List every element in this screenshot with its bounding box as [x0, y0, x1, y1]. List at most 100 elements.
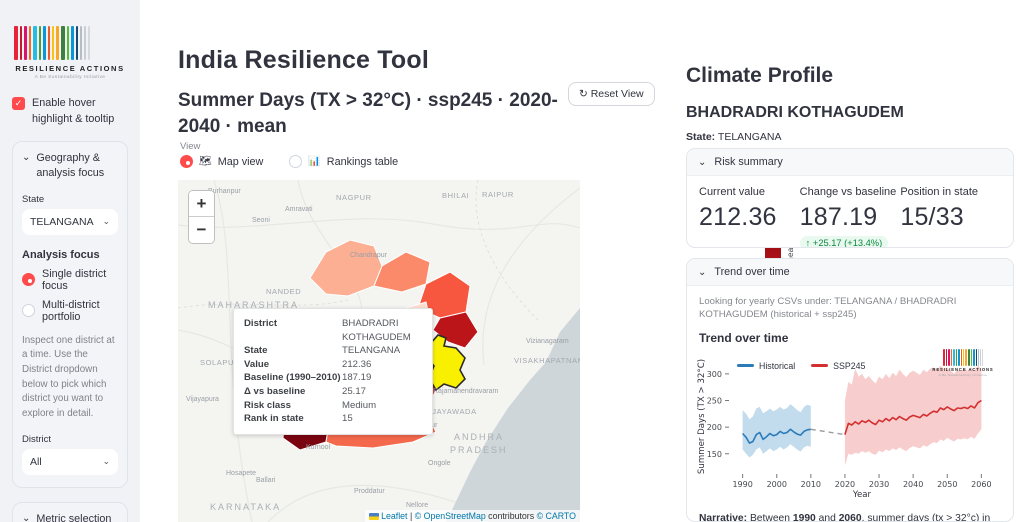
- hover-tooltip-checkbox[interactable]: ✓ Enable hover highlight & tooltip: [12, 96, 128, 127]
- legend-line-swatch: [737, 364, 754, 367]
- svg-text:2030: 2030: [869, 480, 889, 489]
- analysis-option-single[interactable]: Single district focus: [22, 268, 118, 292]
- tooltip-key: Rank in state: [244, 412, 342, 426]
- metric-value: 15/33: [900, 203, 1001, 232]
- brand-logo: RESILIENCE ACTIONS A Be Sustainability I…: [12, 26, 128, 80]
- geography-expander-label: Geography & analysis focus: [36, 151, 118, 181]
- view-radio-group: 🗺 Map view 📊 Rankings table: [180, 155, 398, 168]
- metric-expander-header[interactable]: ⌄ Metric selection: [22, 512, 118, 522]
- leaflet-map[interactable]: BurhanpurAmravatiSeoniNAGPURBHILAIRAIPUR…: [178, 180, 580, 522]
- tooltip-row: DistrictBHADRADRI KOTHAGUDEM: [244, 317, 422, 344]
- district-tooltip: DistrictBHADRADRI KOTHAGUDEM StateTELANG…: [233, 308, 433, 435]
- district-select[interactable]: All ⌄: [22, 449, 118, 475]
- legend-line-swatch: [811, 364, 828, 367]
- radio-unselected-icon[interactable]: [22, 304, 35, 317]
- trend-expander-label: Trend over time: [714, 266, 789, 278]
- tooltip-row: Baseline (1990–2010)187.19: [244, 371, 422, 385]
- sidebar: RESILIENCE ACTIONS A Be Sustainability I…: [0, 0, 140, 522]
- view-option-map[interactable]: 🗺 Map view: [180, 155, 263, 168]
- climate-profile-panel: Climate Profile BHADRADRI KOTHAGUDEM Sta…: [686, 0, 1014, 522]
- view-option-rankings-label: Rankings table: [327, 156, 398, 168]
- map-attribution: Leaflet | © OpenStreetMap contributors ©…: [365, 510, 580, 522]
- state-select[interactable]: TELANGANA ⌄: [22, 209, 118, 235]
- radio-selected-icon[interactable]: [22, 273, 35, 286]
- tooltip-key: Value: [244, 358, 342, 372]
- map-emoji-icon: 🗺: [199, 156, 212, 167]
- metric-expander: ⌄ Metric selection Metric selection Inde…: [12, 502, 128, 522]
- district-polygon[interactable]: [374, 252, 430, 292]
- state-label: State: [22, 194, 118, 205]
- climate-profile-title: Climate Profile: [686, 64, 833, 88]
- trend-caption: Looking for yearly CSVs under: TELANGANA…: [687, 286, 1013, 322]
- profile-state-label: State:: [686, 131, 715, 143]
- tooltip-row: StateTELANGANA: [244, 344, 422, 358]
- reset-view-button[interactable]: ↻ Reset View: [568, 82, 655, 106]
- geography-expander-header[interactable]: ⌄ Geography & analysis focus: [22, 151, 118, 181]
- attribution-text: contributors: [486, 511, 537, 521]
- svg-text:2060: 2060: [971, 480, 991, 489]
- brand-logo-title: RESILIENCE ACTIONS: [12, 64, 128, 73]
- chevron-down-icon: ⌄: [698, 267, 706, 278]
- map-zoom-control: + −: [188, 190, 215, 244]
- leaflet-link[interactable]: Leaflet: [381, 511, 407, 521]
- legend-historical: Historical: [737, 361, 795, 371]
- analysis-option-multi[interactable]: Multi-district portfolio: [22, 299, 118, 323]
- view-label: View: [180, 141, 200, 152]
- metric-label: Position in state: [900, 186, 1001, 198]
- chevron-down-icon: ⌄: [102, 456, 110, 467]
- tooltip-row: Rank in state15: [244, 412, 422, 426]
- analysis-option-multi-label: Multi-district portfolio: [42, 299, 118, 323]
- view-option-map-label: Map view: [218, 156, 264, 168]
- svg-text:2020: 2020: [835, 480, 855, 489]
- radio-unselected-icon[interactable]: [289, 155, 302, 168]
- legend-label: Historical: [759, 361, 795, 371]
- leaflet-flag-icon: [369, 513, 379, 520]
- district-polygon[interactable]: [310, 240, 382, 296]
- chevron-down-icon: ⌄: [22, 151, 30, 181]
- tooltip-value: 25.17: [342, 385, 366, 399]
- tooltip-value: 187.19: [342, 371, 371, 385]
- legend-label: SSP245: [833, 361, 865, 371]
- svg-text:2050: 2050: [937, 480, 957, 489]
- svg-text:250: 250: [707, 396, 722, 405]
- tooltip-key: Risk class: [244, 399, 342, 413]
- metric-position-in-state: Position in state 15/33: [900, 186, 1001, 248]
- brand-logo-tagline: A Be Sustainability Initiative: [927, 373, 999, 377]
- trend-expander: ⌄ Trend over time Looking for yearly CSV…: [686, 258, 1014, 522]
- chevron-down-icon: ⌄: [22, 512, 30, 522]
- metric-current-value: Current value 212.36: [699, 186, 800, 248]
- chevron-down-icon: ⌄: [102, 216, 110, 227]
- bar-chart-emoji-icon: 📊: [308, 156, 320, 167]
- tooltip-key: Δ vs baseline: [244, 385, 342, 399]
- carto-link[interactable]: © CARTO: [537, 511, 576, 521]
- tooltip-value: 212.36: [342, 358, 371, 372]
- brand-logo-bars-icon: [929, 349, 997, 366]
- osm-link[interactable]: © OpenStreetMap: [415, 511, 486, 521]
- brand-logo-tagline: A Be Sustainability Initiative: [12, 75, 128, 80]
- svg-text:Summer Days (TX > 32°C): Summer Days (TX > 32°C): [697, 359, 707, 474]
- trend-chart: 1502002503001990200020102020203020402050…: [695, 349, 1001, 499]
- state-select-value: TELANGANA: [30, 216, 94, 228]
- zoom-in-button[interactable]: +: [189, 191, 214, 217]
- tooltip-value: 15: [342, 412, 353, 426]
- analysis-help-text: Inspect one district at a time. Use the …: [22, 334, 118, 422]
- analysis-focus-label: Analysis focus: [22, 249, 118, 261]
- tooltip-value: TELANGANA: [342, 344, 400, 358]
- zoom-out-button[interactable]: −: [189, 217, 214, 243]
- profile-district-name: BHADRADRI KOTHAGUDEM: [686, 104, 904, 122]
- checkbox-checked-icon[interactable]: ✓: [12, 97, 25, 110]
- trend-header[interactable]: ⌄ Trend over time: [687, 259, 1013, 286]
- radio-selected-icon[interactable]: [180, 155, 193, 168]
- tooltip-value: BHADRADRI KOTHAGUDEM: [342, 317, 422, 344]
- profile-state-value: TELANGANA: [718, 131, 782, 143]
- svg-text:150: 150: [707, 450, 722, 459]
- tooltip-row: Risk classMedium: [244, 399, 422, 413]
- trend-heading: Trend over time: [687, 322, 1013, 345]
- risk-summary-header[interactable]: ⌄ Risk summary: [687, 149, 1013, 176]
- district-label: District: [22, 434, 118, 445]
- profile-state: State: TELANGANA: [686, 131, 782, 143]
- svg-text:1990: 1990: [732, 480, 752, 489]
- view-option-rankings[interactable]: 📊 Rankings table: [289, 155, 398, 168]
- chart-legend: Historical SSP245: [737, 361, 865, 371]
- svg-text:2010: 2010: [801, 480, 821, 489]
